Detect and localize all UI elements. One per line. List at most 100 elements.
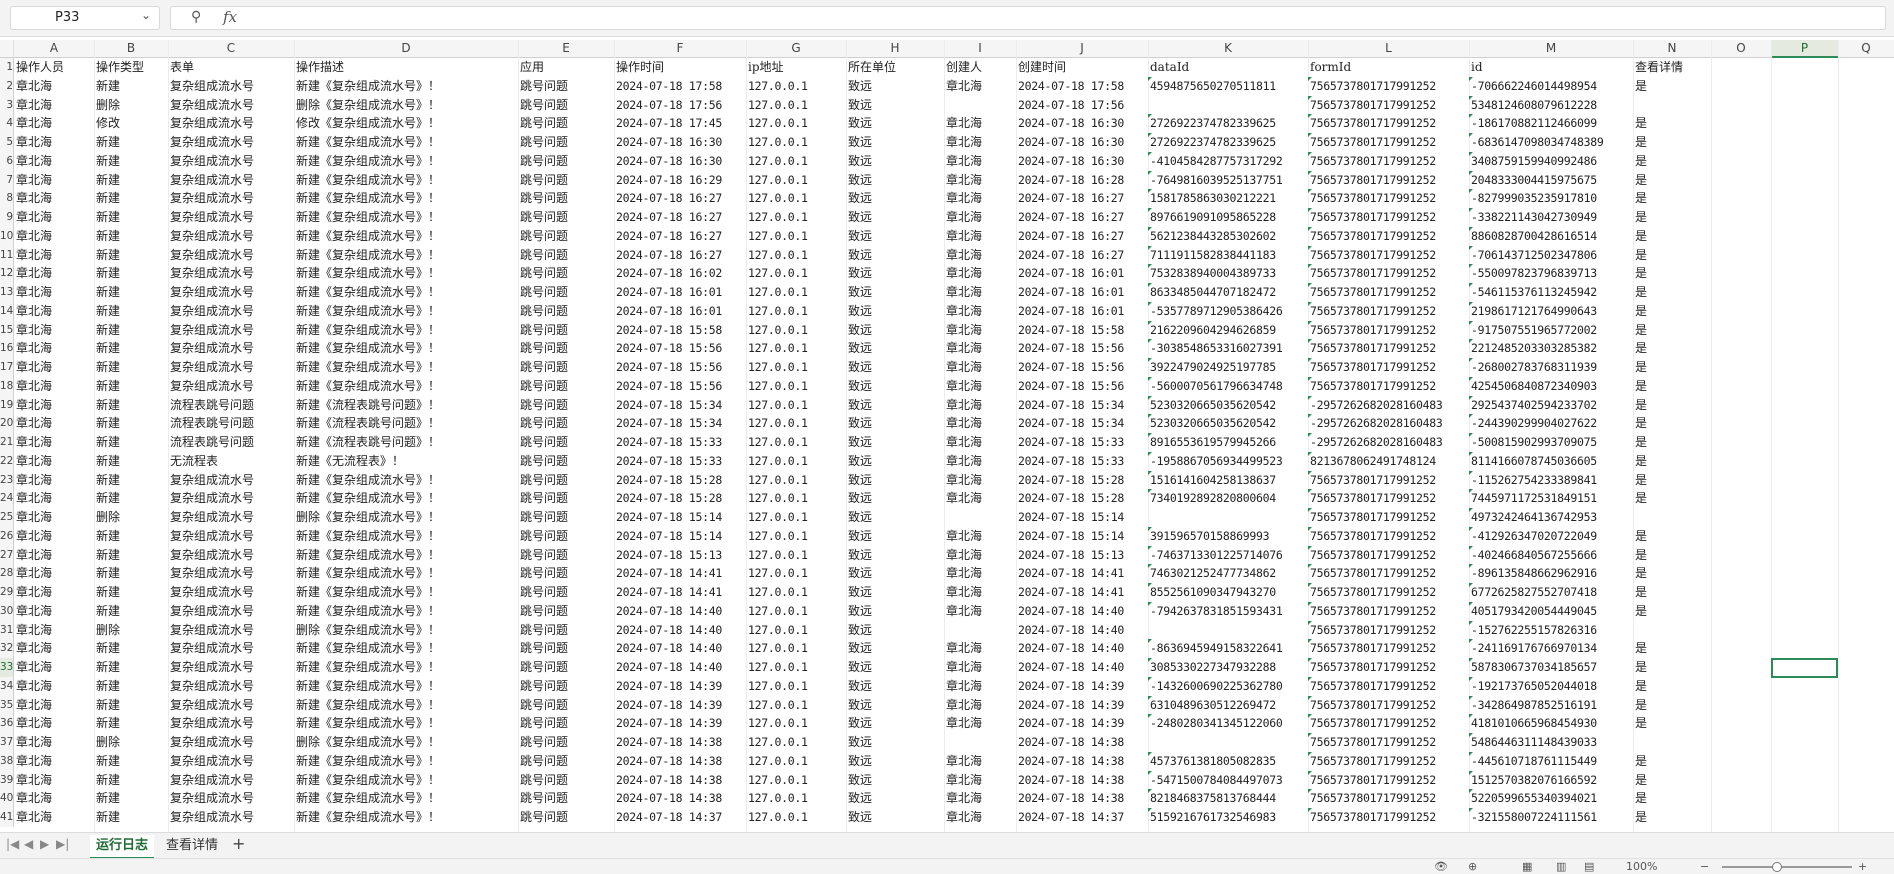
table-cell[interactable]: 是 <box>1633 658 1711 677</box>
row-header[interactable]: 19 <box>0 395 14 415</box>
normal-view-icon[interactable]: ▦ <box>1522 860 1532 873</box>
table-cell[interactable]: 章北海 <box>944 471 1016 490</box>
table-cell[interactable]: 跳号问题 <box>518 171 614 190</box>
table-cell[interactable]: 是 <box>1633 189 1711 208</box>
table-cell[interactable]: 127.0.0.1 <box>746 583 846 602</box>
table-cell[interactable]: 复杂组成流水号 <box>168 246 294 265</box>
table-cell[interactable]: 致远 <box>846 696 944 715</box>
table-cell[interactable]: 7565737801717991252 <box>1308 301 1469 321</box>
table-cell[interactable]: 127.0.0.1 <box>746 77 846 96</box>
row-header[interactable]: 39 <box>0 770 14 790</box>
table-cell[interactable]: 跳号问题 <box>518 377 614 396</box>
row-header[interactable]: 37 <box>0 733 14 752</box>
table-cell[interactable]: 2024-07-18 15:56 <box>614 358 746 377</box>
table-cell[interactable]: 2024-07-18 16:27 <box>614 189 746 208</box>
table-cell[interactable]: 章北海 <box>944 264 1016 283</box>
table-cell[interactable]: 章北海 <box>944 339 1016 358</box>
table-cell[interactable]: 127.0.0.1 <box>746 771 846 790</box>
table-cell[interactable]: 跳号问题 <box>518 189 614 208</box>
table-cell[interactable]: 章北海 <box>14 227 94 246</box>
table-cell[interactable]: 章北海 <box>944 227 1016 246</box>
table-cell[interactable]: -186170882112466099 <box>1469 114 1633 133</box>
table-cell[interactable]: 跳号问题 <box>518 114 614 133</box>
column-title-cell[interactable]: 操作时间 <box>614 58 746 77</box>
table-cell[interactable]: 7565737801717991252 <box>1308 95 1469 115</box>
table-cell[interactable]: 新建 <box>94 527 168 546</box>
table-cell[interactable]: 章北海 <box>14 789 94 808</box>
column-title-cell[interactable]: ip地址 <box>746 58 846 77</box>
table-cell[interactable]: 复杂组成流水号 <box>168 321 294 340</box>
table-cell[interactable]: 7565737801717991252 <box>1308 583 1469 602</box>
table-cell[interactable]: 章北海 <box>944 358 1016 377</box>
table-cell[interactable]: 2726922374782339625 <box>1148 133 1308 152</box>
table-cell[interactable]: 新建《复杂组成流水号》！ <box>294 789 518 808</box>
table-cell[interactable]: 2212485203303285382 <box>1469 339 1633 358</box>
table-cell[interactable]: 2024-07-18 16:01 <box>614 302 746 321</box>
table-cell[interactable]: 跳号问题 <box>518 658 614 677</box>
table-cell[interactable]: 复杂组成流水号 <box>168 133 294 152</box>
table-cell[interactable]: 127.0.0.1 <box>746 696 846 715</box>
table-cell[interactable]: 章北海 <box>14 96 94 115</box>
table-cell[interactable]: 新建《无流程表》！ <box>294 452 518 471</box>
table-cell[interactable]: 7565737801717991252 <box>1308 283 1469 302</box>
table-cell[interactable]: 新建《复杂组成流水号》！ <box>294 677 518 696</box>
table-cell[interactable]: 致远 <box>846 77 944 96</box>
table-cell[interactable]: 致远 <box>846 227 944 246</box>
table-cell[interactable]: 致远 <box>846 508 944 527</box>
table-cell[interactable]: 复杂组成流水号 <box>168 696 294 715</box>
table-cell[interactable]: 新建《复杂组成流水号》！ <box>294 377 518 396</box>
row-header[interactable]: 3 <box>0 95 14 115</box>
table-cell[interactable]: 章北海 <box>944 133 1016 152</box>
table-cell[interactable]: 2024-07-18 14:38 <box>614 771 746 790</box>
table-cell[interactable]: 2024-07-18 16:01 <box>1016 264 1148 283</box>
table-cell[interactable]: 章北海 <box>14 452 94 471</box>
table-cell[interactable]: 2024-07-18 16:27 <box>1016 227 1148 246</box>
row-header[interactable]: 41 <box>0 808 14 827</box>
table-cell[interactable]: 致远 <box>846 96 944 115</box>
table-cell[interactable]: 章北海 <box>14 602 94 621</box>
table-cell[interactable]: 章北海 <box>14 377 94 396</box>
table-cell[interactable]: 新建 <box>94 677 168 696</box>
table-cell[interactable]: 新建 <box>94 414 168 433</box>
table-cell[interactable]: 7565737801717991252 <box>1308 339 1469 358</box>
table-cell[interactable]: 章北海 <box>944 714 1016 733</box>
table-cell[interactable]: 127.0.0.1 <box>746 208 846 227</box>
row-header[interactable]: 9 <box>0 208 14 227</box>
table-cell[interactable]: 127.0.0.1 <box>746 189 846 208</box>
table-cell[interactable]: 新建 <box>94 77 168 96</box>
eye-icon[interactable]: 👁 <box>1434 860 1448 873</box>
table-cell[interactable]: 2024-07-18 14:37 <box>1016 808 1148 827</box>
row-header[interactable]: 31 <box>0 620 14 640</box>
table-cell[interactable]: 是 <box>1633 583 1711 602</box>
table-cell[interactable]: 2024-07-18 14:40 <box>1016 602 1148 621</box>
table-cell[interactable]: 127.0.0.1 <box>746 564 846 583</box>
table-cell[interactable]: 致远 <box>846 246 944 265</box>
row-header[interactable]: 29 <box>0 583 14 602</box>
view-options-icon[interactable]: ⊕ <box>1468 860 1477 873</box>
table-cell[interactable]: 2024-07-18 16:27 <box>1016 189 1148 208</box>
table-cell[interactable]: 无流程表 <box>168 452 294 471</box>
row-header[interactable]: 38 <box>0 751 14 771</box>
row-header[interactable]: 26 <box>0 526 14 546</box>
table-cell[interactable]: 7565737801717991252 <box>1308 208 1469 227</box>
table-cell[interactable]: 致远 <box>846 489 944 508</box>
table-cell[interactable]: 127.0.0.1 <box>746 489 846 508</box>
table-cell[interactable]: 跳号问题 <box>518 283 614 302</box>
row-header[interactable]: 14 <box>0 301 14 321</box>
table-cell[interactable]: 2024-07-18 14:41 <box>614 564 746 583</box>
table-cell[interactable]: 2162209604294626859 <box>1148 320 1308 340</box>
table-cell[interactable]: 致远 <box>846 564 944 583</box>
table-cell[interactable]: 2024-07-18 16:01 <box>1016 302 1148 321</box>
column-title-cell[interactable]: 操作描述 <box>294 58 518 77</box>
table-cell[interactable]: 2024-07-18 14:38 <box>614 733 746 752</box>
table-cell[interactable]: 章北海 <box>944 433 1016 452</box>
table-cell[interactable]: -1958867056934499523 <box>1148 451 1308 471</box>
row-header[interactable]: 2 <box>0 76 14 96</box>
table-cell[interactable]: 是 <box>1633 602 1711 621</box>
row-header[interactable]: 5 <box>0 133 14 152</box>
table-cell[interactable]: -338221143042730949 <box>1469 208 1633 227</box>
table-cell[interactable]: 是 <box>1633 696 1711 715</box>
table-cell[interactable]: 是 <box>1633 377 1711 396</box>
table-cell[interactable]: 新建 <box>94 246 168 265</box>
table-cell[interactable]: 跳号问题 <box>518 96 614 115</box>
